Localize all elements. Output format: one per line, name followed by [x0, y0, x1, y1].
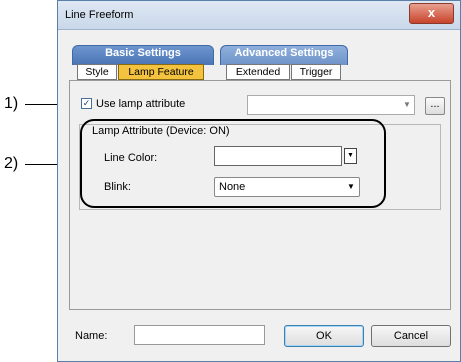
callout-2: 2)	[4, 155, 19, 172]
browse-button[interactable]: ...	[425, 97, 445, 115]
title-bar: Line Freeform x	[58, 1, 460, 30]
lamp-device-combo[interactable]: ▼	[247, 95, 415, 115]
tab-group-basic-settings[interactable]: Basic Settings	[72, 45, 214, 65]
tab-extended[interactable]: Extended	[226, 64, 290, 80]
name-input[interactable]	[134, 325, 265, 345]
use-lamp-label: Use lamp attribute	[96, 98, 186, 110]
use-lamp-checkbox[interactable]: ✓	[81, 98, 92, 109]
name-label: Name:	[75, 330, 108, 342]
callout-1: 1)	[4, 95, 19, 112]
cancel-button[interactable]: Cancel	[371, 325, 451, 347]
callout-2-highlight	[80, 119, 386, 208]
ok-button[interactable]: OK	[284, 325, 364, 347]
chevron-down-icon: ▼	[403, 100, 411, 109]
tab-group-advanced-settings[interactable]: Advanced Settings	[220, 45, 348, 65]
tab-trigger[interactable]: Trigger	[291, 64, 341, 80]
window-title: Line Freeform	[65, 9, 134, 21]
tab-style[interactable]: Style	[77, 64, 117, 80]
tab-lamp-feature[interactable]: Lamp Feature	[118, 64, 204, 80]
close-button[interactable]: x	[409, 3, 454, 24]
